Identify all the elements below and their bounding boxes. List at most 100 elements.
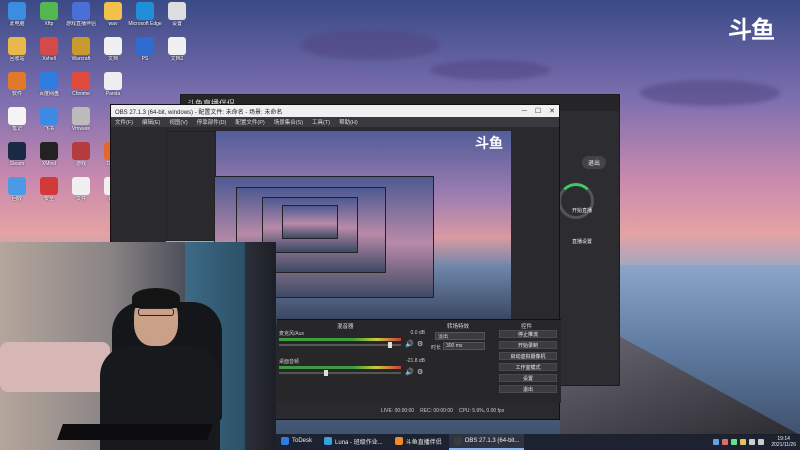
- audio-meter: [279, 338, 401, 341]
- control-button[interactable]: 设置: [499, 374, 557, 382]
- maximize-icon[interactable]: ☐: [535, 108, 541, 115]
- desktop-icon[interactable]: 此电脑: [2, 2, 32, 32]
- desktop-icon[interactable]: Xftp: [34, 2, 64, 32]
- desktop-icon[interactable]: XMind: [34, 142, 64, 172]
- control-button[interactable]: 退出: [499, 385, 557, 393]
- tray-icon[interactable]: [712, 439, 719, 445]
- volume-slider[interactable]: [279, 342, 401, 348]
- control-button[interactable]: 停止推流: [499, 330, 557, 338]
- app-icon: [72, 37, 90, 55]
- speaker-icon[interactable]: 🔊: [405, 340, 414, 348]
- menu-item[interactable]: 编辑(E): [142, 118, 160, 126]
- desktop-icon-label: 百度网盘: [38, 91, 59, 97]
- desktop-icon-label: 回收站: [9, 56, 25, 62]
- desktop-icon[interactable]: 软件: [2, 72, 32, 102]
- app-icon: [72, 177, 90, 195]
- preview-desktop-icons: [166, 131, 216, 241]
- app-icon: [104, 2, 122, 20]
- menu-item[interactable]: 视图(V): [169, 118, 187, 126]
- duration-input[interactable]: 300 ms: [443, 342, 485, 350]
- menu-item[interactable]: 工具(T): [312, 118, 330, 126]
- volume-slider[interactable]: [279, 370, 401, 376]
- desktop-icon[interactable]: Chrome: [66, 72, 96, 102]
- obs-dock: 混音器 转场特效 控件 麦克风/Aux 0.0 dB 🔊 ⚙ 桌面音频 -21.…: [277, 319, 561, 403]
- slider-knob[interactable]: [388, 342, 392, 348]
- desktop-icon-label: 飞书: [43, 126, 54, 132]
- task-label: OBS 27.1.3 (64-bit...: [464, 438, 520, 444]
- mixer-name: 麦克风/Aux: [279, 331, 305, 337]
- douyu-exit-button[interactable]: 退出: [582, 156, 607, 169]
- desktop-icon[interactable]: 文档2: [162, 37, 192, 67]
- desktop-icon[interactable]: 回收站: [2, 37, 32, 67]
- desktop-icon-label: 文档: [107, 56, 118, 62]
- clock[interactable]: 19:14 2021/11/26: [771, 436, 796, 448]
- desktop-icon-label: Vmware: [71, 126, 91, 132]
- desktop-icon[interactable]: Steam: [2, 142, 32, 172]
- taskbar-task[interactable]: 斗鱼直播伴侣: [390, 434, 447, 450]
- taskbar-task[interactable]: Luna - 班级作业...: [319, 434, 388, 450]
- desktop-icon[interactable]: 文件: [66, 177, 96, 207]
- live-status: LIVE: 00:00:00: [381, 408, 415, 414]
- control-button[interactable]: 工作室模式: [499, 363, 557, 371]
- app-icon: [8, 2, 26, 20]
- desktop-icon[interactable]: Warcraft: [66, 37, 96, 67]
- gear-icon[interactable]: ⚙: [417, 340, 423, 348]
- app-icon: [168, 2, 186, 20]
- desktop-icon[interactable]: 飞书: [34, 107, 64, 137]
- minimize-icon[interactable]: ─: [522, 108, 527, 115]
- app-icon: [72, 142, 90, 160]
- desktop-icon-label: 文档2: [170, 56, 184, 62]
- system-tray: 19:14 2021/11/26: [711, 434, 800, 450]
- tray-icon[interactable]: [739, 439, 746, 445]
- menu-item[interactable]: 场景集合(S): [274, 118, 303, 126]
- desktop: 斗鱼 此电脑 Xftp 游戏直播伴侣 wav Microsoft Edge 设置 回收站 Xs…: [0, 0, 800, 450]
- volume-icon[interactable]: [757, 439, 764, 445]
- app-icon: [8, 107, 26, 125]
- menu-item[interactable]: 帮助(H): [339, 118, 358, 126]
- desktop-icon[interactable]: Microsoft Edge: [128, 2, 162, 32]
- desktop-icon[interactable]: 游戏直播伴侣: [66, 2, 96, 32]
- taskbar-task[interactable]: ToDesk: [276, 434, 317, 450]
- app-icon: [72, 72, 90, 90]
- clock-date: 2021/11/26: [771, 442, 796, 448]
- desktop-icon[interactable]: 笔记: [2, 107, 32, 137]
- tray-icon[interactable]: [721, 439, 728, 445]
- app-icon: [72, 2, 90, 20]
- desktop-icon[interactable]: 安全: [34, 177, 64, 207]
- menu-item[interactable]: 配置文件(P): [235, 118, 264, 126]
- desktop-icon[interactable]: PS: [130, 37, 160, 67]
- gear-icon[interactable]: ⚙: [417, 368, 423, 376]
- close-icon[interactable]: ✕: [549, 108, 555, 115]
- app-icon: [104, 72, 122, 90]
- mixer-name: 桌面音频: [279, 359, 300, 365]
- desktop-icon[interactable]: Xshell: [34, 37, 64, 67]
- speaker-icon[interactable]: 🔊: [405, 368, 414, 376]
- desktop-icon[interactable]: 百度网盘: [34, 72, 64, 102]
- control-button[interactable]: 启动虚拟摄像机: [499, 352, 557, 360]
- taskbar-task[interactable]: OBS 27.1.3 (64-bit...: [448, 434, 525, 450]
- slider-knob[interactable]: [324, 370, 328, 376]
- app-icon: [40, 2, 58, 20]
- menu-item[interactable]: 文件(F): [115, 118, 133, 126]
- desktop-icon-label: wav: [108, 21, 118, 27]
- tray-icon[interactable]: [730, 439, 737, 445]
- desktop-icon[interactable]: Vmware: [66, 107, 96, 137]
- desktop-icon[interactable]: 设置: [162, 2, 192, 32]
- desktop-icon[interactable]: 回收: [2, 177, 32, 207]
- app-icon: [104, 37, 122, 55]
- menu-item[interactable]: 停靠部件(D): [197, 118, 227, 126]
- cloud: [300, 30, 440, 60]
- desktop-icon-label: Panda: [105, 91, 121, 97]
- network-icon[interactable]: [748, 439, 755, 445]
- app-icon: [324, 437, 333, 445]
- control-button[interactable]: 开始录制: [499, 341, 557, 349]
- desktop-icon[interactable]: 游戏: [66, 142, 96, 172]
- bed: [0, 342, 110, 392]
- transition-select[interactable]: 淡出: [435, 332, 485, 340]
- transition-title: 转场特效: [447, 324, 470, 330]
- app-icon: [136, 2, 154, 20]
- desktop-icon[interactable]: 文档: [98, 37, 128, 67]
- app-icon: [394, 437, 403, 445]
- desktop-icon[interactable]: wav: [98, 2, 128, 32]
- desktop-icon[interactable]: Panda: [98, 72, 128, 102]
